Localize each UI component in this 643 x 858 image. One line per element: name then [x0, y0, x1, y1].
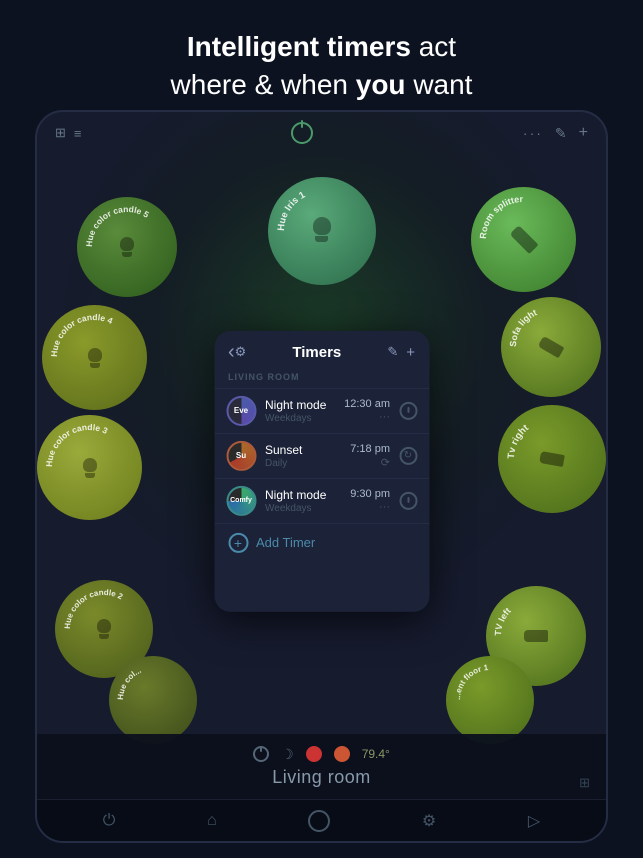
light-circle-sofa-light[interactable]: Sofa light: [501, 297, 601, 397]
avatar-label-comfy: Comfy: [230, 497, 252, 504]
header-text1: act: [419, 31, 456, 62]
timer-avatar-evening: Eve: [226, 395, 256, 425]
svg-text:Hue Iris 1: Hue Iris 1: [275, 189, 307, 231]
header-section: Intelligent timers act where & when you …: [0, 0, 643, 120]
timer-right-2: 7:18 pm ⟳: [350, 442, 390, 468]
svg-text:Hue color candle 3: Hue color candle 3: [44, 422, 110, 467]
bottom-moon-icon[interactable]: ☽: [281, 746, 294, 763]
timer-schedule-2: Daily: [265, 457, 341, 468]
bottom-circle-orange[interactable]: [334, 746, 350, 762]
header-bold2: you: [356, 69, 406, 100]
nav-settings[interactable]: ⚙: [422, 811, 436, 831]
grid-view-icon[interactable]: ⊞: [579, 775, 590, 791]
timer-panel-title: Timers: [246, 343, 387, 360]
timer-add-button[interactable]: +: [406, 343, 415, 360]
nav-home[interactable]: ⌂: [207, 812, 217, 830]
bottom-icons-row: ☽ 79.4°: [253, 746, 390, 763]
timer-time-2: 7:18 pm: [350, 442, 390, 454]
timer-name-2: Sunset: [265, 442, 341, 456]
add-timer-plus-icon: +: [228, 532, 248, 552]
top-bar-center: [291, 122, 313, 144]
light-circle-floor[interactable]: ...ent floor 1: [446, 656, 534, 744]
bottom-power-icon[interactable]: [253, 746, 269, 762]
header-text3: want: [413, 69, 472, 100]
nav-play[interactable]: ▷: [528, 811, 540, 831]
timer-info-2: Sunset Daily: [265, 442, 341, 468]
timer-action-1: ···: [344, 411, 390, 423]
timer-action-3: ···: [350, 501, 390, 513]
timer-panel-settings[interactable]: ⚙: [235, 344, 247, 360]
header-text2: where & when: [171, 69, 356, 100]
bottom-temp: 79.4°: [362, 747, 390, 761]
svg-text:TV left: TV left: [493, 606, 513, 636]
light-circle-huco[interactable]: Hue col...: [109, 656, 197, 744]
add-timer-button[interactable]: + Add Timer: [214, 522, 429, 561]
timer-item-1[interactable]: Eve Night mode Weekdays 12:30 am ···: [214, 387, 429, 432]
timer-info-3: Night mode Weekdays: [265, 487, 341, 513]
sidebar-icon[interactable]: ⊞: [55, 125, 66, 141]
top-bar-right: ··· ✎ +: [523, 124, 588, 142]
svg-text:...ent floor 1: ...ent floor 1: [453, 663, 489, 700]
timer-panel-header: ‹ ⚙ Timers ✎ +: [214, 330, 429, 367]
timer-action-2: ⟳: [350, 455, 390, 468]
edit-icon[interactable]: ✎: [555, 125, 567, 142]
timer-repeat-icon-2[interactable]: ↻: [399, 446, 417, 464]
light-circle-hue4[interactable]: Hue color candle 4: [42, 305, 147, 410]
bottom-circle-red[interactable]: [306, 746, 322, 762]
timer-item-3[interactable]: Comfy Night mode Weekdays 9:30 pm ···: [214, 477, 429, 522]
menu-icon[interactable]: ≡: [74, 126, 82, 141]
svg-text:Sofa light: Sofa light: [508, 307, 538, 347]
add-timer-label: Add Timer: [256, 535, 315, 550]
svg-text:Hue color candle 5: Hue color candle 5: [84, 204, 151, 247]
timer-back-button[interactable]: ‹: [228, 340, 235, 363]
nav-circle[interactable]: [308, 810, 330, 832]
nav-power[interactable]: ⏻: [103, 812, 116, 830]
timer-avatar-comfy: Comfy: [226, 485, 256, 515]
svg-text:Hue color candle 2: Hue color candle 2: [63, 588, 125, 629]
timer-right-3: 9:30 pm ···: [350, 488, 390, 513]
timer-right-1: 12:30 am ···: [344, 398, 390, 423]
timer-power-icon-3[interactable]: [399, 491, 417, 509]
timer-panel: ‹ ⚙ Timers ✎ + LIVING ROOM Eve Night mod…: [214, 330, 429, 611]
timer-time-1: 12:30 am: [344, 398, 390, 410]
bottom-status-bar: ☽ 79.4° Living room ⊞: [37, 734, 606, 799]
room-name: Living room: [272, 767, 371, 788]
footer-nav: ⏻ ⌂ ⚙ ▷: [37, 799, 606, 841]
timer-section-label: LIVING ROOM: [214, 367, 429, 387]
avatar-label-evening: Eve: [234, 406, 248, 415]
light-circle-hue3[interactable]: Hue color candle 3: [37, 415, 142, 520]
svg-text:Hue col...: Hue col...: [116, 666, 143, 700]
more-icon[interactable]: ···: [523, 125, 543, 141]
bulb-icon: [310, 217, 334, 245]
timer-power-icon-1[interactable]: [399, 401, 417, 419]
timer-info-1: Night mode Weekdays: [265, 397, 335, 423]
timer-time-3: 9:30 pm: [350, 488, 390, 500]
top-bar-left: ⊞ ≡: [55, 125, 82, 141]
light-circle-hue-iris[interactable]: Hue Iris 1: [268, 177, 376, 285]
light-circle-room-splitter[interactable]: Room splitter: [471, 187, 576, 292]
timer-item-2[interactable]: Su Sunset Daily 7:18 pm ⟳ ↻: [214, 432, 429, 477]
svg-text:Hue color candle 4: Hue color candle 4: [49, 312, 115, 357]
top-bar: ⊞ ≡ ··· ✎ +: [37, 112, 606, 148]
header-bold1: Intelligent timers: [187, 31, 411, 62]
power-icon-center[interactable]: [291, 122, 313, 144]
light-circle-tv-right[interactable]: Tv right: [498, 405, 606, 513]
svg-text:Tv right: Tv right: [506, 422, 532, 459]
timer-schedule-3: Weekdays: [265, 502, 341, 513]
avatar-label-sunset: Su: [236, 451, 246, 460]
timer-avatar-sunset: Su: [226, 440, 256, 470]
light-circle-hue5[interactable]: Hue color candle 5: [77, 197, 177, 297]
timer-schedule-1: Weekdays: [265, 412, 335, 423]
timer-name-3: Night mode: [265, 487, 341, 501]
timer-edit-button[interactable]: ✎: [387, 344, 398, 360]
add-icon[interactable]: +: [579, 124, 588, 142]
timer-name-1: Night mode: [265, 397, 335, 411]
tablet-frame: ⊞ ≡ ··· ✎ + Hue Iris 1: [35, 110, 608, 843]
